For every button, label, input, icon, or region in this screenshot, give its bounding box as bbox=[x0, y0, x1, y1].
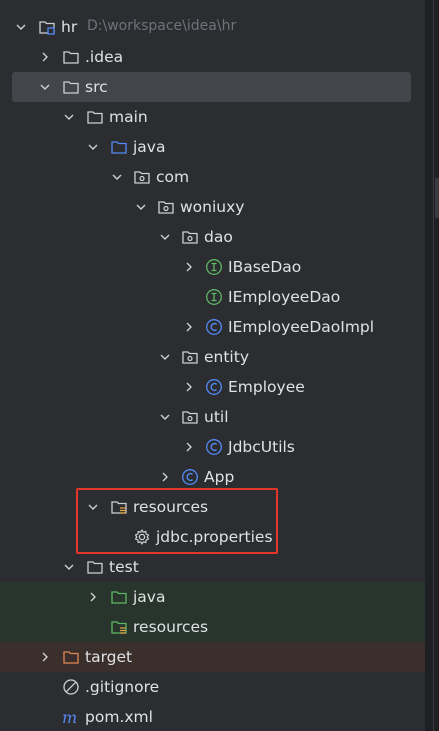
chevron-down-icon[interactable] bbox=[158, 410, 172, 424]
tree-label: target bbox=[85, 648, 133, 666]
chevron-right-icon[interactable] bbox=[182, 320, 196, 334]
tree-label: jdbc.properties bbox=[156, 528, 273, 546]
tree-label: .gitignore bbox=[85, 678, 160, 696]
tree-row-java-main[interactable]: java bbox=[0, 132, 425, 162]
tree-label: dao bbox=[204, 228, 233, 246]
tree-row-idea[interactable]: .idea bbox=[0, 42, 425, 72]
excluded-folder-icon bbox=[62, 648, 80, 666]
class-icon bbox=[205, 318, 223, 336]
module-folder-icon bbox=[38, 18, 56, 36]
tree-row-java-test[interactable]: java bbox=[0, 582, 425, 612]
tree-label: java bbox=[133, 138, 166, 156]
tree-label: IEmployeeDao bbox=[228, 288, 341, 306]
tree-label: resources bbox=[133, 498, 209, 516]
chevron-right-icon[interactable] bbox=[182, 440, 196, 454]
svg-text:m: m bbox=[62, 708, 77, 726]
tree-row-entity[interactable]: entity bbox=[0, 342, 425, 372]
tree-row-resources-test[interactable]: resources bbox=[0, 612, 425, 642]
tree-row-hr[interactable]: hr D:\workspace\idea\hr bbox=[0, 12, 425, 42]
chevron-right-icon[interactable] bbox=[158, 470, 172, 484]
tree-row-gitignore[interactable]: .gitignore bbox=[0, 672, 425, 702]
project-path: D:\workspace\idea\hr bbox=[87, 18, 237, 34]
chevron-down-icon[interactable] bbox=[38, 80, 52, 94]
chevron-right-icon[interactable] bbox=[86, 590, 100, 604]
tree-row-util[interactable]: util bbox=[0, 402, 425, 432]
tree-label: Employee bbox=[228, 378, 305, 396]
resources-folder-icon bbox=[110, 498, 128, 516]
tree-row-jdbcutils[interactable]: JdbcUtils bbox=[0, 432, 425, 462]
folder-icon bbox=[62, 78, 80, 96]
interface-icon bbox=[205, 288, 223, 306]
tree-row-iemployeedao[interactable]: IEmployeeDao bbox=[0, 282, 425, 312]
tree-label: IBaseDao bbox=[228, 258, 302, 276]
folder-icon bbox=[86, 108, 104, 126]
tree-label: main bbox=[109, 108, 148, 126]
tree-label: JdbcUtils bbox=[228, 438, 295, 456]
project-tree: hr D:\workspace\idea\hr .idea src main j… bbox=[0, 0, 439, 731]
tree-label: pom.xml bbox=[85, 708, 153, 726]
class-icon bbox=[205, 438, 223, 456]
folder-icon bbox=[86, 558, 104, 576]
chevron-right-icon[interactable] bbox=[38, 650, 52, 664]
tree-label: java bbox=[133, 588, 166, 606]
tree-label: com bbox=[156, 168, 190, 186]
tree-row-target[interactable]: target bbox=[0, 642, 425, 672]
tree-label: .idea bbox=[85, 48, 124, 66]
folder-icon bbox=[62, 48, 80, 66]
class-icon bbox=[205, 378, 223, 396]
class-icon bbox=[181, 468, 199, 486]
tree-row-main[interactable]: main bbox=[0, 102, 425, 132]
maven-icon: m bbox=[62, 708, 80, 726]
chevron-down-icon[interactable] bbox=[62, 560, 76, 574]
tree-label: src bbox=[85, 78, 108, 96]
package-icon bbox=[181, 228, 199, 246]
package-icon bbox=[157, 198, 175, 216]
editor-gutter-strip bbox=[425, 0, 439, 731]
tree-label: util bbox=[204, 408, 229, 426]
tree-row-com[interactable]: com bbox=[0, 162, 425, 192]
tree-row-ibasedao[interactable]: IBaseDao bbox=[0, 252, 425, 282]
tree-row-jdbc-properties[interactable]: jdbc.properties bbox=[0, 522, 425, 552]
tree-label: IEmployeeDaoImpl bbox=[228, 318, 375, 336]
tree-row-dao[interactable]: dao bbox=[0, 222, 425, 252]
tree-row-iemployeedaoimpl[interactable]: IEmployeeDaoImpl bbox=[0, 312, 425, 342]
chevron-down-icon[interactable] bbox=[158, 350, 172, 364]
chevron-down-icon[interactable] bbox=[158, 230, 172, 244]
chevron-right-icon[interactable] bbox=[182, 260, 196, 274]
chevron-right-icon[interactable] bbox=[182, 380, 196, 394]
chevron-down-icon[interactable] bbox=[110, 170, 124, 184]
chevron-down-icon[interactable] bbox=[86, 140, 100, 154]
tree-row-app[interactable]: App bbox=[0, 462, 425, 492]
test-source-folder-icon bbox=[110, 588, 128, 606]
chevron-down-icon[interactable] bbox=[14, 20, 28, 34]
gear-icon bbox=[133, 528, 151, 546]
package-icon bbox=[181, 348, 199, 366]
tree-row-employee[interactable]: Employee bbox=[0, 372, 425, 402]
tree-row-src[interactable]: src bbox=[12, 72, 411, 102]
tree-row-woniuxy[interactable]: woniuxy bbox=[0, 192, 425, 222]
tree-row-resources-main[interactable]: resources bbox=[0, 492, 425, 522]
tree-label: hr bbox=[61, 18, 78, 36]
tree-label: woniuxy bbox=[180, 198, 245, 216]
ignore-file-icon bbox=[62, 678, 80, 696]
chevron-down-icon[interactable] bbox=[86, 500, 100, 514]
tree-label: test bbox=[109, 558, 139, 576]
test-resources-folder-icon bbox=[110, 618, 128, 636]
tree-row-test[interactable]: test bbox=[0, 552, 425, 582]
tree-label: resources bbox=[133, 618, 209, 636]
package-icon bbox=[133, 168, 151, 186]
package-icon bbox=[181, 408, 199, 426]
tree-label: entity bbox=[204, 348, 249, 366]
source-folder-icon bbox=[110, 138, 128, 156]
chevron-down-icon[interactable] bbox=[134, 200, 148, 214]
chevron-down-icon[interactable] bbox=[62, 110, 76, 124]
tree-label: App bbox=[204, 468, 235, 486]
tree-row-pom[interactable]: m pom.xml bbox=[0, 702, 425, 731]
chevron-right-icon[interactable] bbox=[38, 50, 52, 64]
interface-icon bbox=[205, 258, 223, 276]
